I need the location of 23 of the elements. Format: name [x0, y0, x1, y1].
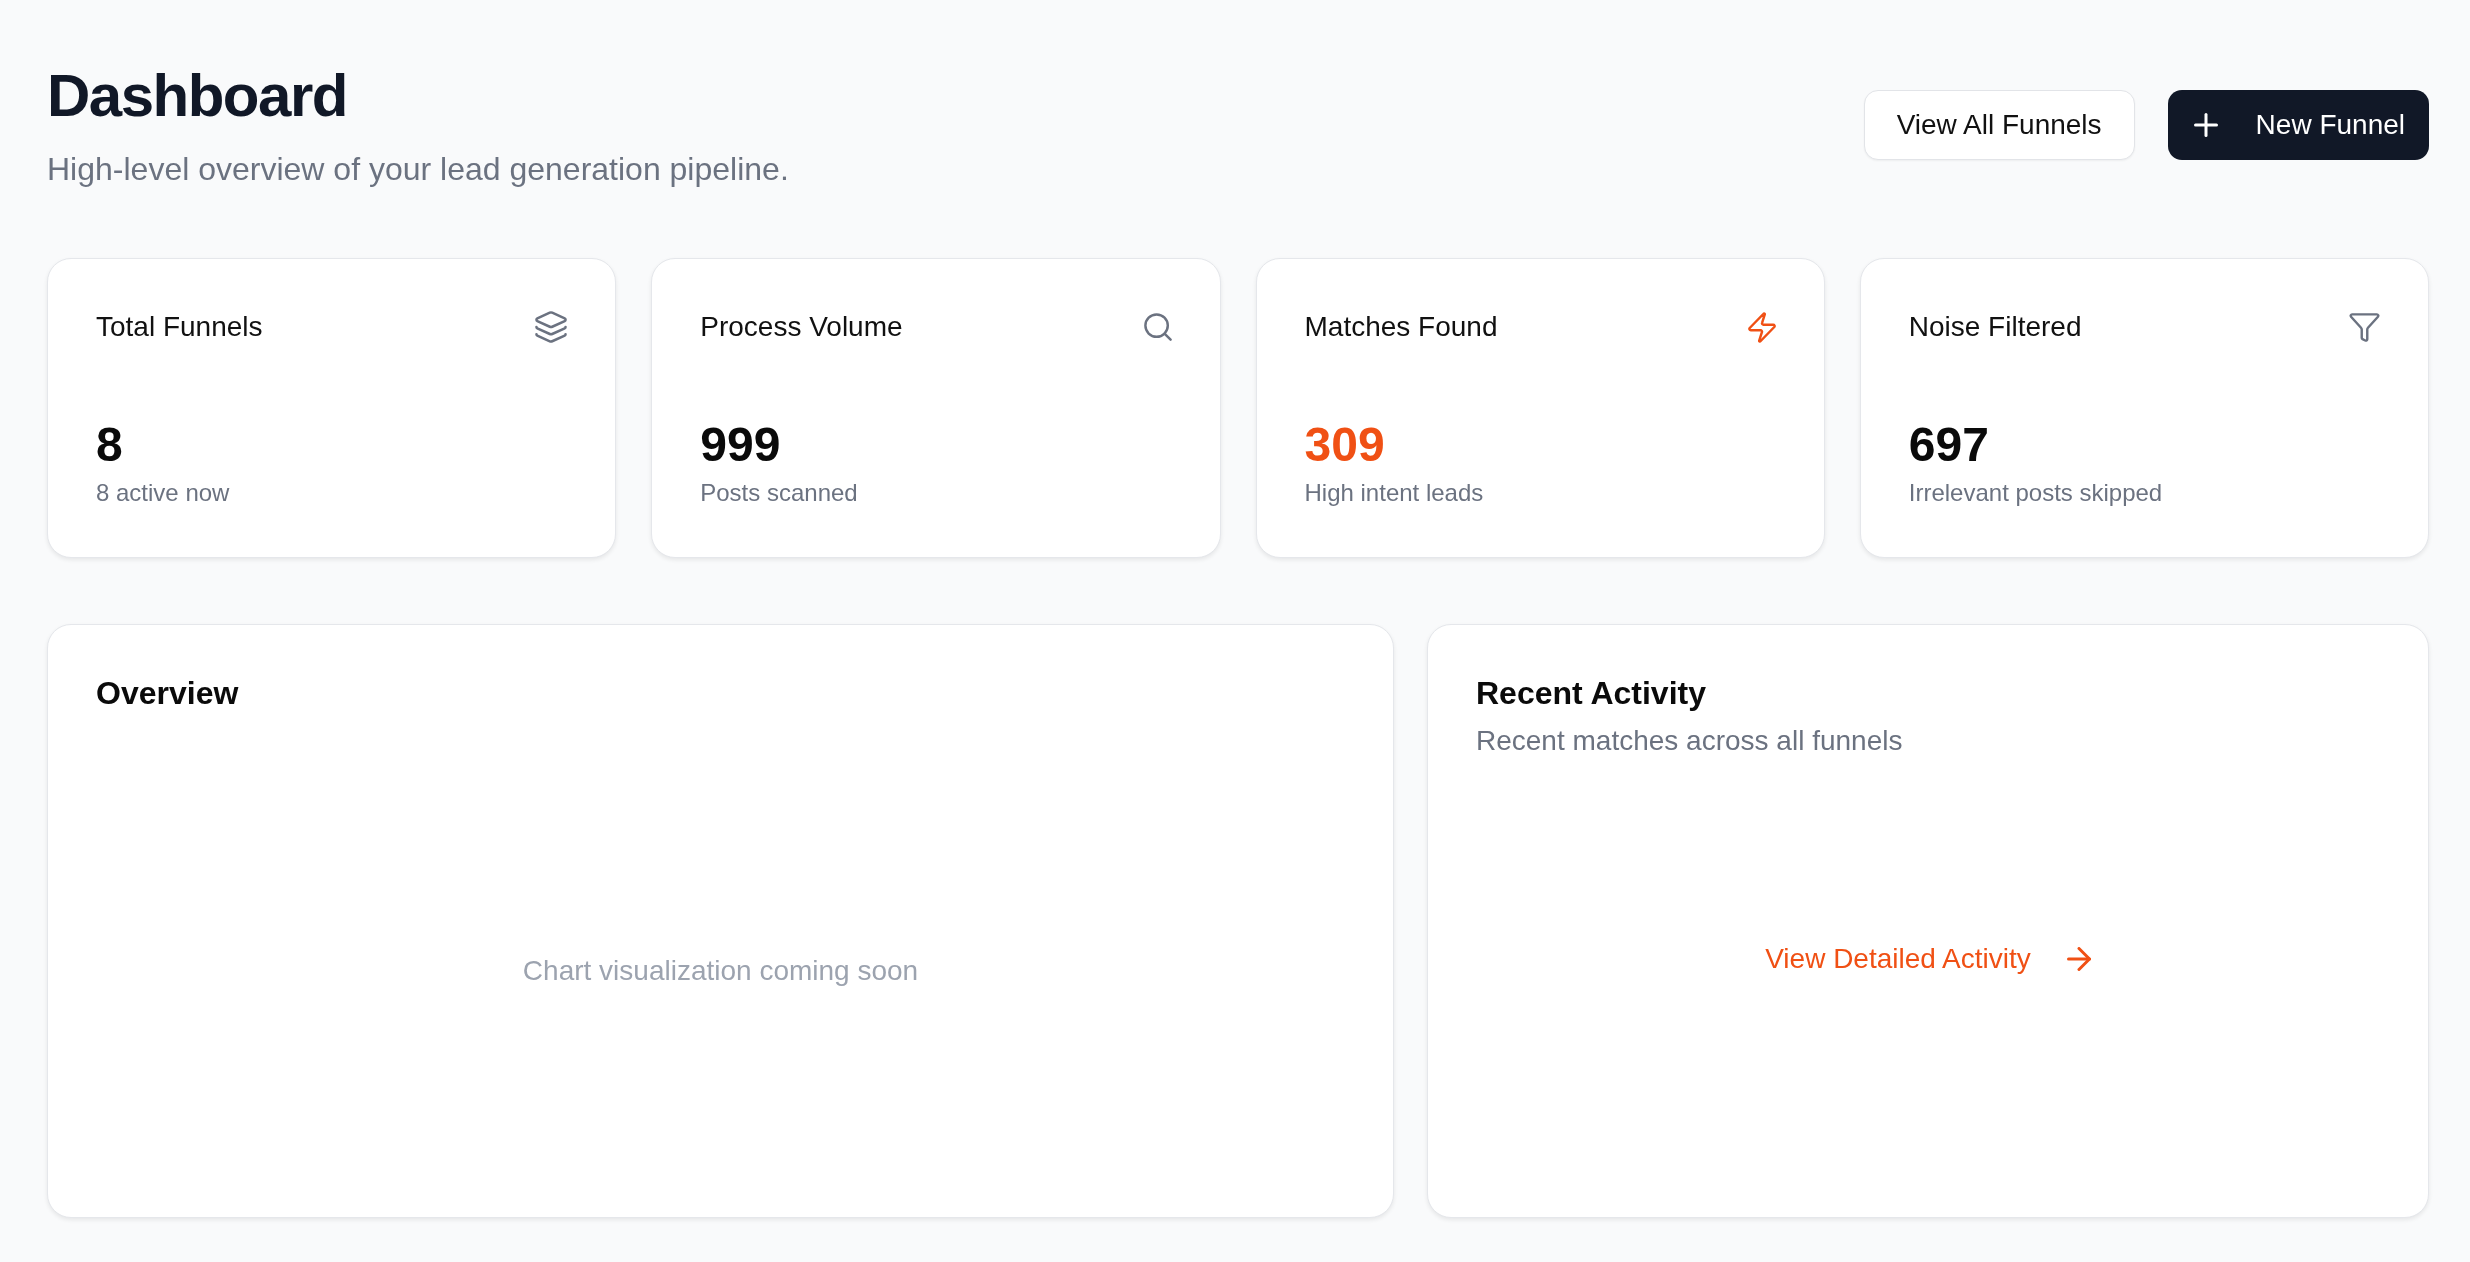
- stat-value: 999: [700, 421, 781, 469]
- stat-caption: Posts scanned: [700, 478, 858, 508]
- stat-value: 8: [96, 421, 123, 469]
- stat-label: Matches Found: [1304, 310, 1498, 344]
- card-subtitle: Recent matches across all funnels: [1476, 724, 1903, 758]
- empty-chart-message: Chart visualization coming soon: [522, 954, 919, 988]
- stat-caption: Irrelevant posts skipped: [1908, 478, 2163, 508]
- stat-label: Process Volume: [700, 310, 903, 344]
- stat-label: Noise Filtered: [1908, 310, 2082, 344]
- primary-button[interactable]: New Funnel: [2167, 89, 2429, 160]
- stat-value: 309: [1304, 421, 1385, 469]
- view-activity-link[interactable]: View Detailed Activity: [1765, 938, 2091, 979]
- secondary-button[interactable]: View All Funnels: [1863, 89, 2135, 160]
- plus-icon: [2193, 112, 2218, 137]
- arrow-right-icon: [2066, 946, 2091, 971]
- stat-caption: 8 active now: [96, 478, 230, 508]
- page-title: Dashboard: [47, 66, 347, 126]
- card-title: Recent Activity: [1476, 674, 1706, 713]
- stat-value: 697: [1908, 421, 1989, 469]
- card-title: Overview: [96, 674, 239, 713]
- stat-label: Total Funnels: [96, 310, 263, 344]
- page-subtitle: High-level overview of your lead generation pipeline.: [47, 150, 789, 189]
- stat-caption: High intent leads: [1304, 478, 1484, 508]
